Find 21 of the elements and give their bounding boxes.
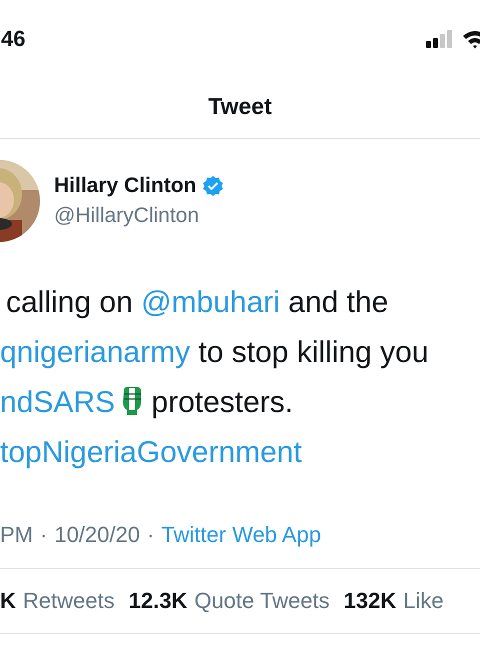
page-title: Tweet [208,92,272,120]
tweet-text: calling on @mbuhari and the qnigerianarmy to stop killing you ndSARS protesters. topNigeriaGovernment [0,285,430,471]
stat-label[interactable]: Quote Tweets [194,588,330,614]
status-time: 46 [1,26,26,52]
source-link[interactable]: Twitter Web App [161,522,322,548]
stat-count: K [0,588,16,614]
author-name[interactable]: Hillary Clinton [54,174,196,198]
mention-link[interactable]: qnigerianarmy [0,336,190,369]
tweet-time: PM [0,522,33,548]
stat-label[interactable]: Like [403,588,444,614]
mention-link[interactable]: @mbuhari [141,286,280,319]
separator-dot: · [146,522,154,548]
fist-icon [121,386,144,416]
separator-dot: · [40,522,48,548]
stat-count: 12.3K [128,588,188,614]
hashtag-link[interactable]: topNigeriaGovernment [0,436,302,469]
tweet-date: 10/20/20 [54,522,140,548]
stat-label[interactable]: Retweets [22,588,115,614]
author-handle[interactable]: @HillaryClinton [54,204,224,228]
stat-count: 132K [344,588,396,614]
hashtag-link[interactable]: ndSARS [0,386,116,419]
